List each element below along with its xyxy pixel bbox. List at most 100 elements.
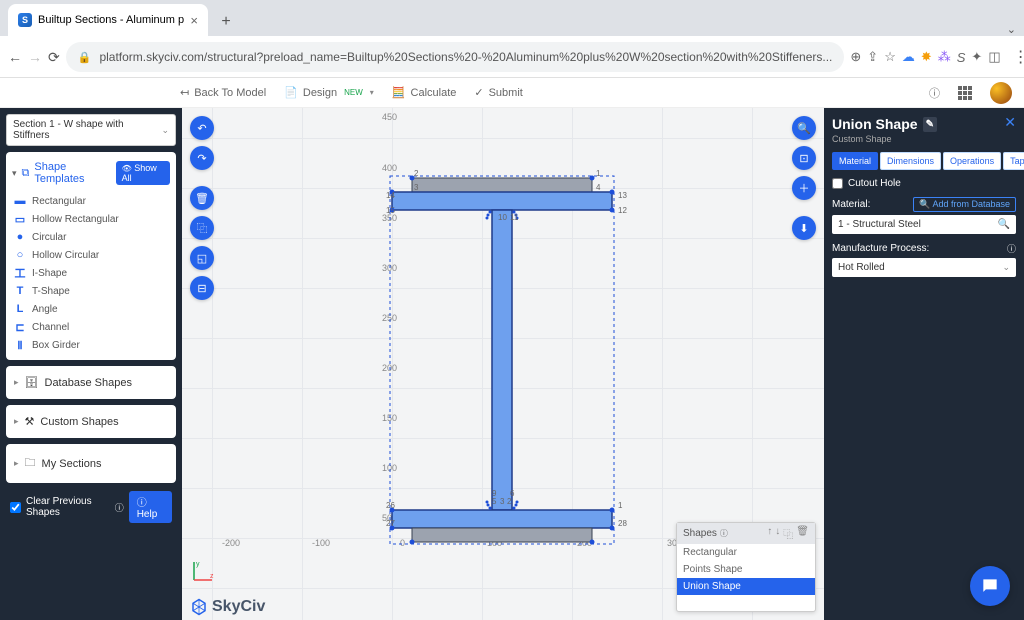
material-input[interactable]: 1 - Structural Steel 🔍 [832, 215, 1016, 234]
help-button[interactable]: ⓘ Help [129, 491, 172, 523]
tab-operations[interactable]: Operations [943, 152, 1001, 170]
database-shapes-row[interactable]: ▸🗄Database Shapes [6, 366, 176, 399]
tabs-menu-icon[interactable]: ⌄ [1007, 23, 1016, 36]
shape-icon: ⊏ [14, 321, 26, 333]
show-all-button[interactable]: 👁 Show All [116, 161, 170, 185]
close-panel-icon[interactable]: ✕ [1004, 114, 1016, 131]
reload-button[interactable]: ⟳ [48, 43, 60, 71]
panel-tabs: Material Dimensions Operations Taper [832, 152, 1016, 170]
forward-button[interactable]: → [28, 43, 42, 71]
back-to-model-button[interactable]: ↤Back To Model [180, 86, 266, 99]
help-menu-icon[interactable]: ⓘ [929, 85, 940, 101]
custom-shapes-row[interactable]: ▸⚒Custom Shapes [6, 405, 176, 438]
section-selector[interactable]: Section 1 - W shape with Stiffners ⌄ [6, 114, 176, 146]
cutout-hole-checkbox[interactable] [832, 178, 843, 189]
extension-cloud-icon[interactable]: ☁ [902, 44, 915, 70]
shapes-panel-header[interactable]: Shapes ⓘ ↑ ↓ ⿻ 🗑 [677, 523, 815, 544]
logo-icon [190, 598, 208, 616]
custom-shapes-label: Custom Shapes [40, 416, 118, 428]
chat-bubble-button[interactable] [970, 566, 1010, 606]
extension-gear-icon[interactable]: ✸ [921, 44, 932, 70]
app-toolbar: ↤Back To Model 📄DesignNEW▾ 🧮Calculate ✓S… [0, 78, 1024, 108]
submit-button[interactable]: ✓Submit [474, 86, 522, 99]
shape-template-item[interactable]: ○Hollow Circular [12, 246, 170, 264]
chevron-down-icon: ⌄ [1002, 262, 1010, 273]
tab-material[interactable]: Material [832, 152, 878, 170]
sidepanel-icon[interactable]: ◫ [988, 44, 1000, 70]
shape-row-points[interactable]: Points Shape [677, 561, 815, 578]
edit-title-icon[interactable]: ✎ [923, 117, 937, 132]
shape-row-rectangular[interactable]: Rectangular [677, 544, 815, 561]
delete-button[interactable]: 🗑 [190, 186, 214, 210]
add-shape-button[interactable]: ＋ [792, 176, 816, 200]
svg-text:15: 15 [386, 206, 395, 215]
info-icon[interactable]: ⓘ [1007, 242, 1016, 255]
browser-menu-icon[interactable]: ⋮ [1013, 44, 1024, 70]
search-icon[interactable]: 🔍 [998, 219, 1010, 230]
clear-previous-checkbox[interactable] [10, 502, 21, 513]
new-tab-button[interactable]: + [212, 8, 240, 36]
shape-template-item[interactable]: LAngle [12, 300, 170, 318]
shape-template-item[interactable]: ▭Hollow Rectangular [12, 210, 170, 228]
manufacture-select[interactable]: Hot Rolled ⌄ [832, 258, 1016, 277]
address-bar: ← → ⟳ 🔒 platform.skyciv.com/structural?p… [0, 36, 1024, 78]
my-sections-label: My Sections [42, 458, 102, 470]
extensions-icon[interactable]: ✦ [971, 44, 982, 70]
info-icon[interactable]: ⓘ [720, 528, 728, 539]
shape-templates-header[interactable]: ▾ ⧉ Shape Templates 👁 Show All [12, 158, 170, 188]
search-icon[interactable]: ⊕ [850, 44, 861, 70]
shape-template-item[interactable]: ▬Rectangular [12, 192, 170, 210]
tab-dimensions[interactable]: Dimensions [880, 152, 941, 170]
shape-template-item[interactable]: ⅡBox Girder [12, 336, 170, 354]
canvas-tools-right: 🔍 ⊡ ＋ ⬇ [792, 116, 816, 240]
add-from-database-button[interactable]: 🔍 Add from Database [913, 197, 1016, 212]
shape-label: Circular [32, 232, 66, 243]
zoom-in-button[interactable]: 🔍 [792, 116, 816, 140]
database-icon: 🗄 [25, 376, 39, 389]
shape-row-union[interactable]: Union Shape [677, 578, 815, 595]
tab-bar: S Builtup Sections - Aluminum p × + ⌄ [0, 0, 1024, 36]
extension-dots-icon[interactable]: ⁂ [938, 44, 951, 70]
mirror-button[interactable]: ⊟ [190, 276, 214, 300]
shape-template-item[interactable]: ⊏ Channel [12, 318, 170, 336]
tab-taper[interactable]: Taper [1003, 152, 1024, 170]
calculate-button[interactable]: 🧮Calculate [392, 86, 457, 99]
svg-text:12: 12 [618, 206, 627, 215]
svg-text:27: 27 [386, 519, 395, 528]
copy-icon[interactable]: ⿻ [783, 526, 793, 541]
copy-button[interactable]: ⿻ [190, 216, 214, 240]
shape-template-item[interactable]: 工I-Shape [12, 264, 170, 282]
shape-template-item[interactable]: ●Circular [12, 228, 170, 246]
design-button[interactable]: 📄DesignNEW▾ [284, 86, 374, 99]
my-sections-row[interactable]: ▸🗀My Sections [6, 444, 176, 483]
url-field[interactable]: 🔒 platform.skyciv.com/structural?preload… [66, 42, 845, 72]
share-icon[interactable]: ⇪ [867, 44, 878, 70]
delete-icon[interactable]: 🗑 [796, 526, 809, 541]
svg-text:z: z [210, 573, 214, 580]
redo-button[interactable]: ↷ [190, 146, 214, 170]
user-avatar[interactable] [990, 82, 1012, 104]
apps-grid-icon[interactable] [958, 86, 972, 100]
zoom-fit-button[interactable]: ⊡ [792, 146, 816, 170]
move-down-icon[interactable]: ↓ [775, 526, 780, 541]
new-badge: NEW [344, 88, 363, 97]
caret-right-icon: ▸ [14, 377, 19, 388]
download-button[interactable]: ⬇ [792, 216, 816, 240]
custom-icon: ⚒ [25, 415, 35, 428]
doc-icon: 📄 [284, 86, 298, 99]
shape-label: Channel [32, 322, 69, 333]
info-icon[interactable]: ⓘ [115, 501, 124, 514]
move-up-icon[interactable]: ↑ [767, 526, 772, 541]
section-shape[interactable]: 12 34 1314 1512 1011 126 2728 532 69 [362, 168, 642, 568]
manufacture-field-row: Manufacture Process: ⓘ [832, 242, 1016, 255]
close-tab-icon[interactable]: × [190, 13, 198, 28]
shapes-floating-panel[interactable]: Shapes ⓘ ↑ ↓ ⿻ 🗑 Rectangular Points Shap… [676, 522, 816, 612]
undo-button[interactable]: ↶ [190, 116, 214, 140]
bookmark-icon[interactable]: ☆ [884, 44, 896, 70]
canvas-area[interactable]: 450 400 350 300 250 200 150 100 50 -200 … [182, 108, 824, 620]
browser-tab[interactable]: S Builtup Sections - Aluminum p × [8, 4, 208, 36]
rotate-button[interactable]: ◱ [190, 246, 214, 270]
shape-template-item[interactable]: TT-Shape [12, 282, 170, 300]
back-button[interactable]: ← [8, 43, 22, 71]
extension-s-icon[interactable]: S [957, 44, 966, 70]
